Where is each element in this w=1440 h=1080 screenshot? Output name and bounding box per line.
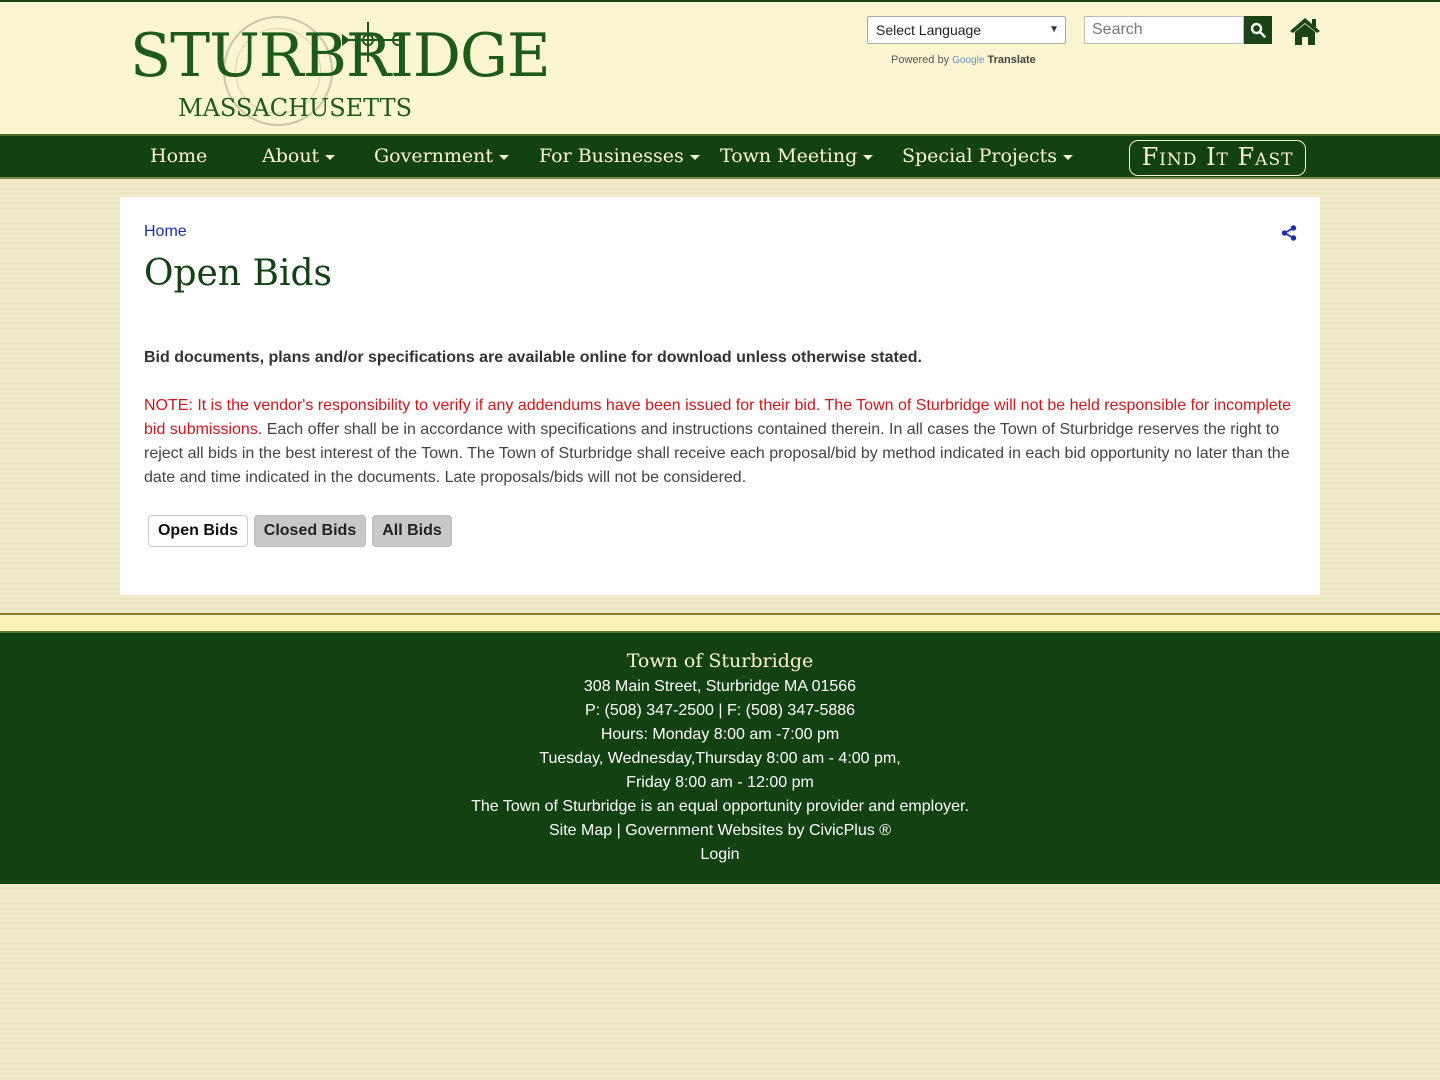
page-title: Open Bids	[144, 253, 332, 294]
home-icon[interactable]	[1289, 16, 1321, 46]
footer-phone: P: (508) 347-2500 | F: (508) 347-5886	[584, 702, 856, 719]
find-it-fast-button[interactable]: Find It Fast	[1129, 140, 1306, 176]
vendor-note: NOTE: It is the vendor's responsibility …	[144, 394, 1300, 490]
tab-open-bids[interactable]: Open Bids	[148, 515, 248, 547]
bid-documents-statement: Bid documents, plans and/or specificatio…	[144, 349, 922, 366]
vendor-note-text: Each offer shall be in accordance with s…	[144, 421, 1290, 486]
search-button[interactable]	[1244, 16, 1272, 44]
chevron-down-icon	[863, 154, 874, 160]
site-logo[interactable]: STURBRIDGE MASSACHUSETTS	[128, 12, 551, 132]
translate-link[interactable]: Translate	[987, 54, 1035, 66]
language-select[interactable]: Select Language ▼	[867, 16, 1066, 44]
tab-all-bids[interactable]: All Bids	[372, 515, 452, 547]
breadcrumb-home-link[interactable]: Home	[144, 223, 187, 241]
chevron-down-icon	[1063, 154, 1074, 160]
search-input[interactable]: Search	[1084, 16, 1244, 44]
chevron-down-icon	[325, 154, 336, 160]
content-card: Home Open Bids Bid documents, plans and/…	[120, 197, 1320, 595]
nav-item-government[interactable]: Government	[374, 145, 510, 167]
footer-divider-band	[0, 613, 1440, 631]
nav-item-about[interactable]: About	[262, 145, 336, 167]
footer-hours-midweek: Tuesday, Wednesday,Thursday 8:00 am - 4:…	[539, 750, 901, 767]
language-select-value: Select Language	[876, 22, 982, 38]
search-icon	[1250, 22, 1266, 38]
civicplus-link[interactable]: Government Websites by CivicPlus ®	[625, 822, 891, 839]
nav-item-town-meeting[interactable]: Town Meeting	[720, 145, 874, 167]
footer-link-separator: |	[612, 822, 626, 839]
footer-equal-opportunity: The Town of Sturbridge is an equal oppor…	[471, 798, 969, 815]
footer-links: Site Map | Government Websites by CivicP…	[0, 822, 1440, 840]
footer-address: 308 Main Street, Sturbridge MA 01566	[583, 678, 857, 695]
footer-hours-monday: Hours: Monday 8:00 am -7:00 pm	[600, 726, 840, 743]
tab-closed-bids[interactable]: Closed Bids	[254, 515, 366, 547]
chevron-down-icon	[689, 154, 700, 160]
main-navigation: Home About Government For Businesses Tow…	[0, 134, 1440, 179]
footer-hours-friday: Friday 8:00 am - 12:00 pm	[626, 774, 814, 791]
login-link[interactable]: Login	[0, 846, 1440, 864]
logo-subtitle: MASSACHUSETTS	[178, 94, 413, 122]
google-logo: Google	[952, 55, 985, 66]
footer-town-name: Town of Sturbridge	[626, 650, 814, 672]
site-map-link[interactable]: Site Map	[549, 822, 612, 839]
site-header: STURBRIDGE MASSACHUSETTS Select Language…	[0, 0, 1440, 134]
site-footer: Town of Sturbridge 308 Main Street, Stur…	[0, 631, 1440, 884]
chevron-down-icon	[499, 154, 510, 160]
nav-item-home[interactable]: Home	[150, 145, 207, 167]
share-icon[interactable]	[1281, 225, 1297, 241]
nav-item-special-projects[interactable]: Special Projects	[902, 145, 1074, 167]
powered-by-google-translate: Powered by Google Translate	[891, 54, 1036, 66]
chevron-down-icon: ▼	[1049, 24, 1059, 35]
logo-title: STURBRIDGE	[130, 21, 551, 91]
nav-item-for-businesses[interactable]: For Businesses	[539, 145, 700, 167]
